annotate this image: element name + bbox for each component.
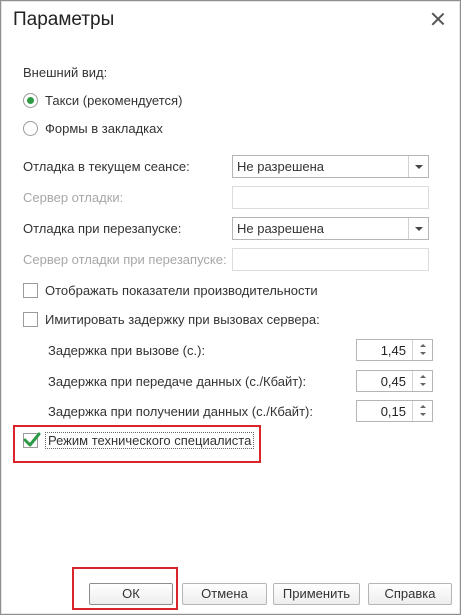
- tech-specialist-checkbox-row[interactable]: Режим технического специалиста: [23, 432, 255, 449]
- help-button[interactable]: Справка: [368, 583, 452, 605]
- debug-restart-server-label: Сервер отладки при перезапуске:: [23, 252, 227, 267]
- apply-button[interactable]: Применить: [273, 583, 360, 605]
- debug-current-session-value: Не разрешена: [237, 159, 325, 174]
- radio-button-checked[interactable]: [23, 93, 38, 108]
- radio-tabs[interactable]: Формы в закладках: [23, 121, 163, 136]
- dialog-title: Параметры: [13, 9, 115, 30]
- delay-call-value: 1,45: [380, 343, 406, 358]
- performance-checkbox[interactable]: [23, 283, 38, 298]
- spinner-arrows-icon[interactable]: [412, 371, 432, 391]
- simulate-delay-checkbox-row[interactable]: Имитировать задержку при вызовах сервера…: [23, 312, 320, 327]
- delay-receive-label: Задержка при получении данных (с./Кбайт)…: [48, 404, 313, 419]
- delay-send-input[interactable]: 0,45: [356, 370, 433, 392]
- appearance-label: Внешний вид:: [23, 65, 108, 80]
- debug-current-session-label: Отладка в текущем сеансе:: [23, 159, 190, 174]
- chevron-down-icon[interactable]: [408, 156, 428, 177]
- delay-send-label: Задержка при передаче данных (с./Кбайт):: [48, 374, 307, 389]
- debug-server-label: Сервер отладки:: [23, 190, 124, 205]
- performance-checkbox-label: Отображать показатели производительности: [45, 283, 318, 298]
- delay-receive-input[interactable]: 0,15: [356, 400, 433, 422]
- tech-specialist-checkbox[interactable]: [23, 432, 41, 448]
- simulate-delay-checkbox-label: Имитировать задержку при вызовах сервера…: [45, 312, 320, 327]
- delay-call-label: Задержка при вызове (с.):: [48, 343, 206, 358]
- close-icon[interactable]: [430, 11, 446, 27]
- debug-restart-select[interactable]: Не разрешена: [232, 217, 429, 240]
- debug-restart-label: Отладка при перезапуске:: [23, 221, 182, 236]
- simulate-delay-checkbox[interactable]: [23, 312, 38, 327]
- cancel-button[interactable]: Отмена: [182, 583, 267, 605]
- radio-taxi[interactable]: Такси (рекомендуется): [23, 93, 182, 108]
- performance-checkbox-row[interactable]: Отображать показатели производительности: [23, 283, 318, 298]
- debug-current-session-select[interactable]: Не разрешена: [232, 155, 429, 178]
- parameters-dialog: Параметры Внешний вид: Такси (рекомендуе…: [0, 0, 461, 615]
- tech-specialist-checkbox-label: Режим технического специалиста: [45, 432, 255, 449]
- debug-server-field: [232, 186, 429, 209]
- chevron-down-icon[interactable]: [408, 218, 428, 239]
- radio-taxi-label: Такси (рекомендуется): [45, 93, 183, 108]
- debug-restart-value: Не разрешена: [237, 221, 325, 236]
- radio-tabs-label: Формы в закладках: [45, 121, 163, 136]
- debug-restart-server-field: [232, 248, 429, 271]
- delay-receive-value: 0,15: [380, 404, 406, 419]
- delay-send-value: 0,45: [380, 374, 406, 389]
- checkmark-icon: [23, 432, 41, 447]
- ok-button[interactable]: ОК: [89, 583, 173, 605]
- spinner-arrows-icon[interactable]: [412, 340, 432, 360]
- radio-button[interactable]: [23, 121, 38, 136]
- delay-call-input[interactable]: 1,45: [356, 339, 433, 361]
- spinner-arrows-icon[interactable]: [412, 401, 432, 421]
